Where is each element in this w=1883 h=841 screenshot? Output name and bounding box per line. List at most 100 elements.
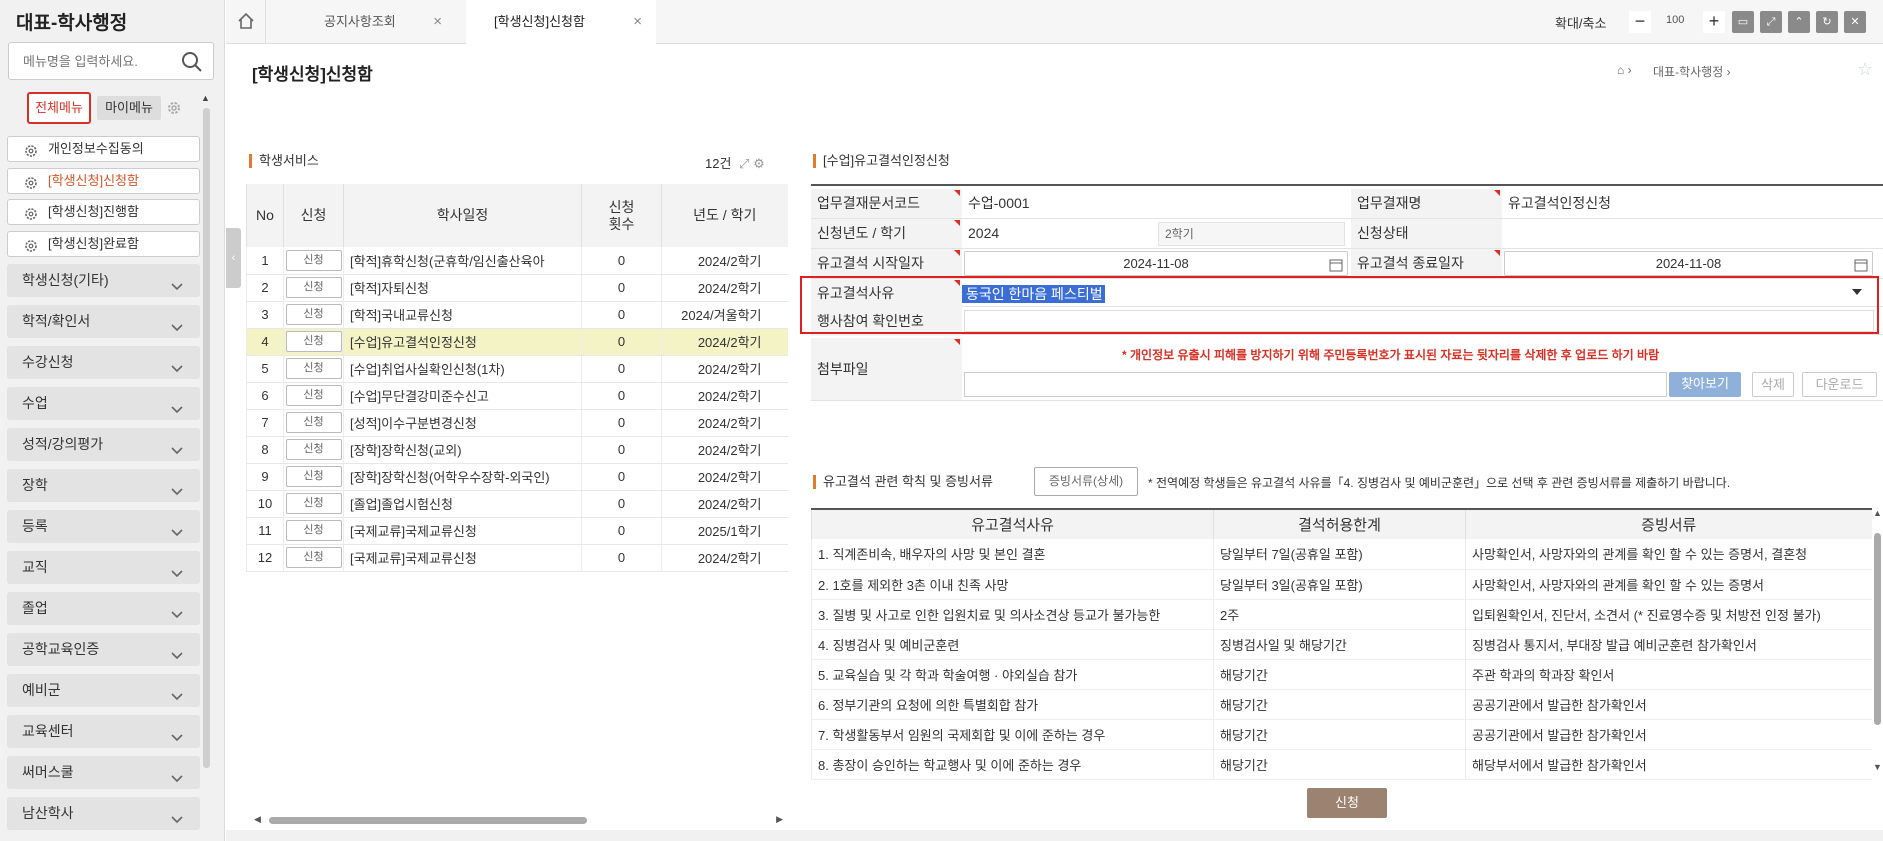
schedule-name[interactable]: [국제교류]국제교류신청 (343, 517, 582, 545)
schedule-name[interactable]: [수업]취업사실확인신청(1차) (343, 355, 582, 383)
apply-button[interactable]: 신청 (285, 385, 342, 406)
scroll-up-icon[interactable]: ▲ (1873, 508, 1882, 518)
table-row[interactable]: 4. 징병검사 및 예비군훈련 징병검사일 및 해당기간 징병검사 통지서, 부대장… (811, 629, 1872, 660)
gear-icon[interactable]: ⚙ (753, 156, 765, 171)
menu-settings-icon[interactable] (166, 100, 182, 119)
menu-category[interactable]: 등록 (7, 510, 200, 543)
menu-category[interactable]: 남산학사 (7, 797, 200, 830)
tab-my-menu[interactable]: 마이메뉴 (97, 96, 161, 120)
schedule-name[interactable]: [학적]자퇴신청 (343, 274, 582, 302)
scroll-up-icon[interactable]: ▲ (201, 93, 210, 103)
chevron-up-icon[interactable]: ⌃ (1788, 11, 1810, 33)
table-row[interactable]: 8. 총장이 승인하는 학교행사 및 이에 준하는 경우 해당기간 해당부서에서 발… (811, 749, 1872, 780)
schedule-name[interactable]: [국제교류]국제교류신청 (343, 544, 582, 572)
menu-category[interactable]: 수강신청 (7, 346, 200, 379)
scroll-thumb[interactable] (269, 817, 587, 824)
apply-button[interactable]: 신청 (285, 493, 342, 514)
table-row[interactable]: 2 신청 [학적]자퇴신청 0 2024/2학기 (246, 274, 788, 302)
find-file-button[interactable]: 찾아보기 (1669, 372, 1741, 397)
breadcrumb-home-icon[interactable]: ⌂ › (1617, 63, 1632, 77)
apply-button[interactable]: 신청 (285, 439, 342, 460)
favorite-item[interactable]: [학생신청]완료함 (7, 231, 200, 257)
zoom-out-button[interactable]: − (1629, 11, 1651, 33)
menu-category[interactable]: 학생신청(기타) (7, 264, 200, 297)
sidebar-scrollbar[interactable] (203, 108, 210, 768)
menu-category[interactable]: 공학교육인증 (7, 633, 200, 666)
close-all-icon[interactable]: ✕ (1844, 11, 1866, 33)
table-row[interactable]: 5 신청 [수업]취업사실확인신청(1차) 0 2024/2학기 (246, 355, 788, 383)
window-icon[interactable]: ▭ (1732, 11, 1754, 33)
tab-notice[interactable]: 공지사항조회 × (266, 0, 456, 44)
breadcrumb-item[interactable]: 대표-학사행정 (1653, 65, 1723, 79)
menu-category[interactable]: 교직 (7, 551, 200, 584)
close-icon[interactable]: × (633, 0, 642, 44)
home-tab[interactable] (226, 0, 266, 44)
favorite-item[interactable]: [학생신청]진행함 (7, 199, 200, 225)
schedule-name[interactable]: [수업]유고결석인정신청 (343, 328, 582, 356)
menu-category[interactable]: 써머스쿨 (7, 756, 200, 789)
scroll-right-icon[interactable]: ▶ (776, 814, 783, 825)
zoom-in-button[interactable]: + (1703, 11, 1725, 33)
horizontal-scrollbar[interactable]: ◀ ▶ (246, 814, 787, 826)
schedule-name[interactable]: [성적]이수구분변경신청 (343, 409, 582, 437)
menu-category[interactable]: 교육센터 (7, 715, 200, 748)
apply-button[interactable]: 신청 (285, 358, 342, 379)
schedule-name[interactable]: [장학]장학신청(어학우수장학-외국인) (343, 463, 582, 491)
expand-icon[interactable]: ⤢ (739, 156, 749, 171)
scroll-thumb[interactable] (1874, 533, 1881, 725)
menu-category[interactable]: 장학 (7, 469, 200, 502)
apply-button[interactable]: 신청 (285, 466, 342, 487)
menu-category[interactable]: 성적/강의평가 (7, 428, 200, 461)
end-date-input[interactable]: 2024-11-08 (1504, 251, 1873, 276)
star-icon[interactable]: ☆ (1857, 59, 1873, 80)
scroll-down-icon[interactable]: ▼ (1873, 762, 1882, 772)
table-row[interactable]: 10 신청 [졸업]졸업시험신청 0 2024/2학기 (246, 490, 788, 518)
close-icon[interactable]: × (433, 0, 442, 44)
schedule-name[interactable]: [학적]국내교류신청 (343, 301, 582, 329)
fullscreen-icon[interactable]: ⤢ (1760, 11, 1782, 33)
table-row[interactable]: 9 신청 [장학]장학신청(어학우수장학-외국인) 0 2024/2학기 (246, 463, 788, 491)
table-row[interactable]: 1 신청 [학적]휴학신청(군휴학/임신출산육아 0 2024/2학기 (246, 247, 788, 275)
tab-all-menu[interactable]: 전체메뉴 (27, 92, 91, 124)
vertical-scrollbar[interactable]: ▲ ▼ (1871, 508, 1883, 772)
schedule-name[interactable]: [수업]무단결강미준수신고 (343, 382, 582, 410)
table-row[interactable]: 6 신청 [수업]무단결강미준수신고 0 2024/2학기 (246, 382, 788, 410)
menu-category[interactable]: 졸업 (7, 592, 200, 625)
table-row[interactable]: 8 신청 [장학]장학신청(교외) 0 2024/2학기 (246, 436, 788, 464)
table-row[interactable]: 5. 교육실습 및 각 학과 학술여행 · 야외실습 참가 해당기간 주관 학과의 … (811, 659, 1872, 690)
evidence-detail-button[interactable]: 증빙서류(상세) (1034, 467, 1138, 496)
schedule-name[interactable]: [학적]휴학신청(군휴학/임신출산육아 (343, 247, 582, 275)
search-icon[interactable] (181, 51, 203, 76)
file-input[interactable] (964, 372, 1667, 397)
start-date-input[interactable]: 2024-11-08 (964, 251, 1348, 276)
table-row[interactable]: 3 신청 [학적]국내교류신청 0 2024/겨울학기 (246, 301, 788, 329)
apply-button[interactable]: 신청 (285, 412, 342, 433)
submit-button[interactable]: 신청 (1307, 788, 1387, 818)
tab-apply-box[interactable]: [학생신청]신청함 × (466, 0, 656, 44)
refresh-icon[interactable]: ↻ (1816, 11, 1838, 33)
table-row[interactable]: 1. 직계존비속, 배우자의 사망 및 본인 결혼 당일부터 7일(공휴일 포함)… (811, 539, 1872, 570)
favorite-item[interactable]: [학생신청]신청함 (7, 168, 200, 194)
apply-button[interactable]: 신청 (285, 277, 342, 298)
schedule-name[interactable]: [장학]장학신청(교외) (343, 436, 582, 464)
apply-button[interactable]: 신청 (285, 304, 342, 325)
table-row[interactable]: 12 신청 [국제교류]국제교류신청 0 2024/2학기 (246, 544, 788, 572)
apply-button[interactable]: 신청 (285, 249, 342, 271)
table-row[interactable]: 2. 1호를 제외한 3촌 이내 친족 사망 당일부터 3일(공휴일 포함) 사망확… (811, 569, 1872, 600)
scroll-left-icon[interactable]: ◀ (254, 814, 261, 825)
apply-button[interactable]: 신청 (285, 331, 342, 352)
apply-button[interactable]: 신청 (285, 547, 342, 568)
menu-category[interactable]: 학적/확인서 (7, 305, 200, 338)
favorite-item[interactable]: 개인정보수집동의 (7, 136, 200, 162)
menu-search-input[interactable] (9, 43, 169, 79)
schedule-name[interactable]: [졸업]졸업시험신청 (343, 490, 582, 518)
table-row[interactable]: 3. 질병 및 사고로 인한 입원치료 및 의사소견상 등교가 불가능한 2주 입퇴… (811, 599, 1872, 630)
table-row[interactable]: 7 신청 [성적]이수구분변경신청 0 2024/2학기 (246, 409, 788, 437)
table-row[interactable]: 6. 정부기관의 요청에 의한 특별회합 참가 해당기간 공공기관에서 발급한 참가… (811, 689, 1872, 720)
menu-category[interactable]: 예비군 (7, 674, 200, 707)
apply-button[interactable]: 신청 (285, 520, 342, 541)
menu-category[interactable]: 수업 (7, 387, 200, 420)
download-button[interactable]: 다운로드 (1802, 372, 1877, 397)
delete-file-button[interactable]: 삭제 (1752, 372, 1794, 397)
table-row[interactable]: 11 신청 [국제교류]국제교류신청 0 2025/1학기 (246, 517, 788, 545)
